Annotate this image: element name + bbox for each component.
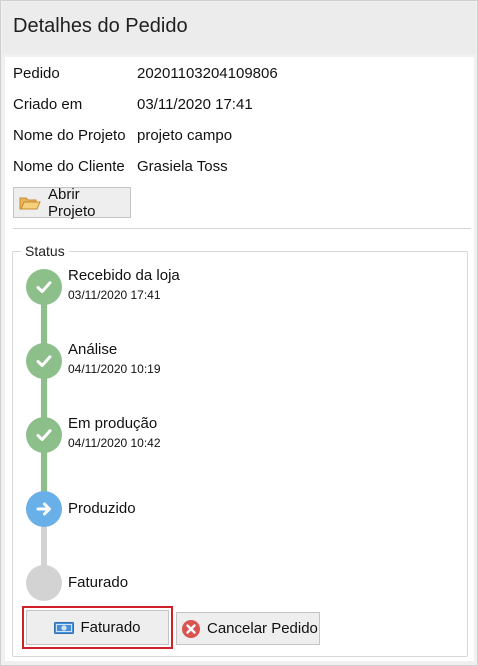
order-id-value: 20201103204109806 — [137, 65, 278, 82]
created-at-label: Criado em — [13, 96, 83, 113]
cancel-circle-icon — [181, 619, 201, 639]
cancel-order-button[interactable]: Cancelar Pedido — [176, 612, 320, 645]
status-group — [12, 251, 468, 657]
folder-icon — [19, 195, 41, 211]
step-invoiced-label: Faturado — [68, 574, 129, 591]
step-invoiced-node — [26, 565, 62, 601]
details-panel: Pedido 20201103204109806 Criado em 03/11… — [5, 57, 474, 661]
selection-highlight — [22, 606, 173, 649]
check-icon — [36, 429, 52, 441]
page-title: Detalhes do Pedido — [13, 15, 188, 37]
step-produced-label: Produzido — [68, 500, 136, 517]
window-header: Detalhes do Pedido — [2, 2, 476, 54]
step-production-label: Em produção — [68, 415, 158, 432]
step-analysis-label: Análise — [68, 341, 118, 358]
step-produced-node — [26, 491, 62, 527]
step-received-date: 03/11/2020 17:41 — [68, 288, 161, 302]
step-received-label: Recebido da loja — [68, 267, 180, 284]
project-name-label: Nome do Projeto — [13, 127, 126, 144]
step-received-node — [26, 269, 62, 305]
client-name-value: Grasiela Toss — [137, 158, 228, 175]
divider — [13, 228, 471, 229]
order-details-window: Detalhes do Pedido Pedido 20201103204109… — [0, 0, 478, 666]
check-icon — [36, 281, 52, 293]
created-at-value: 03/11/2020 17:41 — [137, 96, 253, 113]
step-analysis-date: 04/11/2020 10:19 — [68, 362, 161, 376]
step-analysis-node — [26, 343, 62, 379]
open-project-button[interactable]: Abrir Projeto — [13, 185, 131, 220]
cancel-order-label: Cancelar Pedido — [207, 620, 318, 637]
arrow-right-icon — [36, 502, 51, 516]
open-project-label: Abrir Projeto — [48, 185, 96, 220]
order-id-label: Pedido — [13, 65, 60, 82]
check-icon — [36, 355, 52, 367]
step-production-date: 04/11/2020 10:42 — [68, 436, 161, 450]
project-name-value: projeto campo — [137, 127, 233, 144]
client-name-label: Nome do Cliente — [13, 158, 125, 175]
status-group-title: Status — [21, 243, 69, 259]
step-production-node — [26, 417, 62, 453]
